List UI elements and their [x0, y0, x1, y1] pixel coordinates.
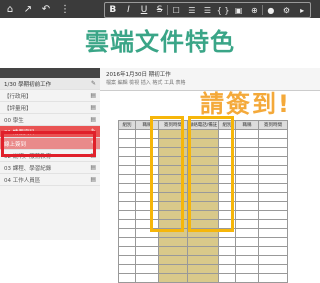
strikethrough-button[interactable]: S [152, 3, 168, 17]
italic-button[interactable]: I [121, 3, 137, 17]
document-title[interactable]: 2016年1月30日 期初工作 [106, 70, 171, 78]
table-row [118, 237, 288, 247]
highlight-box-red [1, 131, 96, 157]
table-header: 組別 [118, 120, 136, 130]
sidebar-item-label: 04 工作人員區 [4, 177, 41, 184]
table-row [118, 246, 288, 256]
table-header: 職稱 [235, 120, 259, 130]
share-icon[interactable]: ↗ [22, 2, 34, 16]
edit-icon[interactable]: ✎ [91, 80, 96, 87]
sidebar-item-label: 【評量用】 [4, 105, 32, 112]
sidebar-item-label: 【行政用】 [4, 93, 32, 100]
headline: 雲端文件特色 [85, 28, 235, 56]
signin-callout: 請簽到! [200, 90, 291, 118]
record-icon[interactable]: ● [263, 3, 279, 17]
sidebar-item[interactable]: 04 工作人員區 ▤ [0, 174, 100, 186]
checkbox-icon[interactable]: ☐ [168, 3, 184, 17]
table-row [118, 273, 288, 283]
home-icon[interactable]: ⌂ [4, 2, 16, 16]
doc-icon: ▤ [90, 164, 96, 171]
sidebar-item-label: 03 課程、學習紀錄 [4, 165, 52, 172]
undo-icon[interactable]: ↶ [40, 2, 52, 16]
sidebar-item[interactable]: 00 學生 ▤ [0, 114, 100, 126]
sidebar-item[interactable]: 【評量用】 ▤ [0, 102, 100, 114]
doc-icon: ▤ [90, 104, 96, 111]
sidebar-item[interactable]: 1/30 學期初前工作 ✎ [0, 78, 100, 90]
format-bar: B I U S ☐ ☰ ☰ { } ▣ ⊕ ● ⚙ ▸ [104, 2, 311, 18]
expand-icon[interactable]: ▸ [294, 3, 310, 17]
sidebar-item[interactable]: 03 課程、學習紀錄 ▤ [0, 162, 100, 174]
highlight-box-yellow [188, 116, 234, 232]
insert-icon[interactable]: ⊕ [246, 3, 262, 17]
sidebar-item-label: 00 學生 [4, 117, 24, 124]
more-icon[interactable]: ⋮ [60, 2, 70, 16]
sidebar-item[interactable]: 【行政用】 ▤ [0, 90, 100, 102]
sidebar-item-label: 1/30 學期初前工作 [4, 81, 52, 88]
top-toolbar: ⌂ ↗ ↶ ⋮ B I U S ☐ ☰ ☰ { } ▣ ⊕ ● ⚙ ▸ [0, 0, 320, 18]
bullet-list-icon[interactable]: ☰ [184, 3, 200, 17]
gear-icon[interactable]: ⚙ [279, 3, 295, 17]
doc-icon: ▤ [90, 92, 96, 99]
underline-button[interactable]: U [136, 3, 152, 17]
document-menu[interactable]: 檔案 編輯 檢視 插入 格式 工具 表格 [106, 79, 186, 86]
table-header: 簽到時間 [258, 120, 288, 130]
numbered-list-icon[interactable]: ☰ [200, 3, 216, 17]
bold-button[interactable]: B [105, 3, 121, 17]
code-icon[interactable]: { } [215, 3, 231, 17]
table-icon[interactable]: ▣ [231, 3, 247, 17]
highlight-box-yellow [150, 116, 184, 232]
doc-icon: ▤ [90, 116, 96, 123]
table-row [118, 264, 288, 274]
table-row [118, 255, 288, 265]
doc-icon: ▤ [90, 176, 96, 183]
sidebar-header [0, 68, 100, 78]
